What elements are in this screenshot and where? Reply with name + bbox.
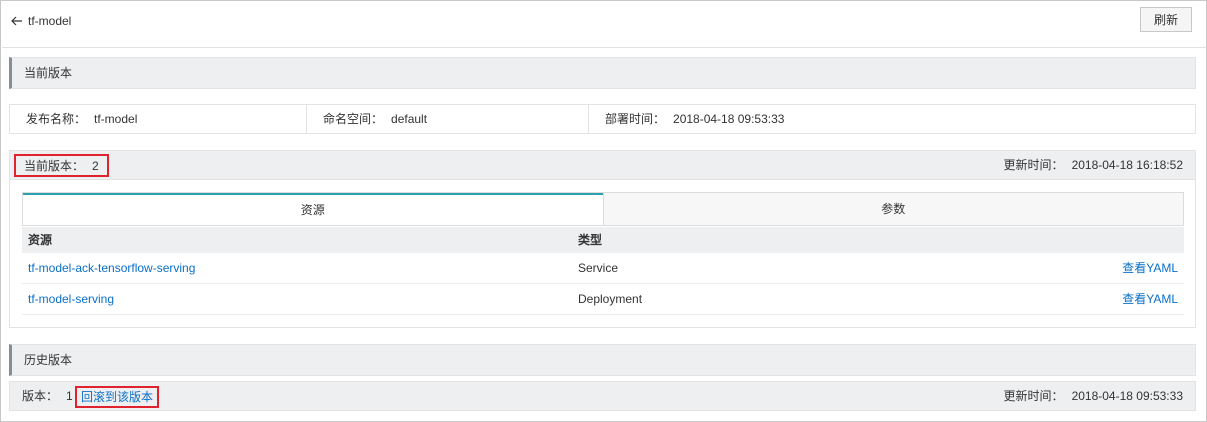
current-version-bar: 当前版本： 2 更新时间： 2018-04-18 16:18:52 [10, 151, 1195, 180]
current-version-panel: 当前版本： 2 更新时间： 2018-04-18 16:18:52 资源 参数 资源… [9, 150, 1196, 328]
history-version-row: 版本： 1 回滚到该版本 更新时间： 2018-04-18 09:53:33 [9, 381, 1196, 411]
namespace-value: default [391, 112, 428, 126]
header-resource: 资源 [28, 233, 53, 247]
current-version-section-header: 当前版本 [9, 57, 1196, 89]
updated-value: 2018-04-18 16:18:52 [1071, 158, 1183, 172]
page-title: tf-model [28, 14, 72, 28]
tab-resources[interactable]: 资源 [23, 193, 603, 225]
resource-link[interactable]: tf-model-serving [28, 292, 114, 306]
resource-type: Service [578, 261, 619, 275]
version-label: 版本： [22, 389, 59, 403]
version-value: 1 [66, 389, 73, 403]
release-info-row: 发布名称： tf-model 命名空间： default 部署时间： 2018-04-… [9, 104, 1196, 134]
deploy-time-label: 部署时间： [605, 112, 666, 126]
updated-label: 更新时间： [1003, 389, 1064, 403]
release-name-label: 发布名称： [26, 112, 87, 126]
current-updated-time: 更新时间： 2018-04-18 16:18:52 [1004, 151, 1183, 180]
header-type: 类型 [578, 233, 603, 247]
namespace-label: 命名空间： [323, 112, 384, 126]
back-link[interactable]: tf-model [10, 12, 71, 30]
resource-tabs: 资源 参数 [22, 192, 1184, 226]
view-yaml-link[interactable]: 查看YAML [1122, 292, 1178, 306]
resource-type: Deployment [578, 292, 643, 306]
updated-label: 更新时间： [1003, 158, 1064, 172]
current-version-badge: 当前版本： 2 [14, 154, 109, 177]
current-version-value: 2 [92, 159, 99, 173]
deploy-time-cell: 部署时间： 2018-04-18 09:53:33 [589, 105, 1193, 133]
arrow-left-icon [11, 16, 22, 26]
top-bar: tf-model 刷新 [2, 2, 1207, 48]
rollback-button[interactable]: 回滚到该版本 [75, 386, 160, 408]
release-name-value: tf-model [94, 112, 138, 126]
table-row: tf-model-ack-tensorflow-serving Service … [22, 253, 1184, 284]
updated-value: 2018-04-18 09:53:33 [1071, 389, 1183, 403]
header-action [1032, 227, 1184, 253]
deploy-time-value: 2018-04-18 09:53:33 [673, 112, 785, 126]
namespace-cell: 命名空间： default [307, 105, 589, 133]
history-section-header: 历史版本 [9, 344, 1196, 376]
resource-link[interactable]: tf-model-ack-tensorflow-serving [28, 261, 195, 275]
table-row: tf-model-serving Deployment 查看YAML [22, 284, 1184, 315]
view-yaml-link[interactable]: 查看YAML [1122, 261, 1178, 275]
refresh-button[interactable]: 刷新 [1140, 7, 1192, 32]
section-title: 历史版本 [24, 353, 73, 367]
current-version-label: 当前版本： [24, 159, 85, 173]
resource-table: 资源 类型 tf-model-ack-tensorflow-serving Se… [22, 227, 1184, 315]
tab-parameters[interactable]: 参数 [602, 193, 1183, 225]
app-frame: tf-model 刷新 当前版本 发布名称： tf-model 命名空间： defa… [0, 0, 1207, 422]
history-version: 版本： 1 [22, 382, 73, 410]
table-header: 资源 类型 [22, 227, 1184, 253]
section-title: 当前版本 [24, 66, 73, 80]
history-updated-time: 更新时间： 2018-04-18 09:53:33 [1004, 382, 1183, 410]
release-name-cell: 发布名称： tf-model [10, 105, 307, 133]
